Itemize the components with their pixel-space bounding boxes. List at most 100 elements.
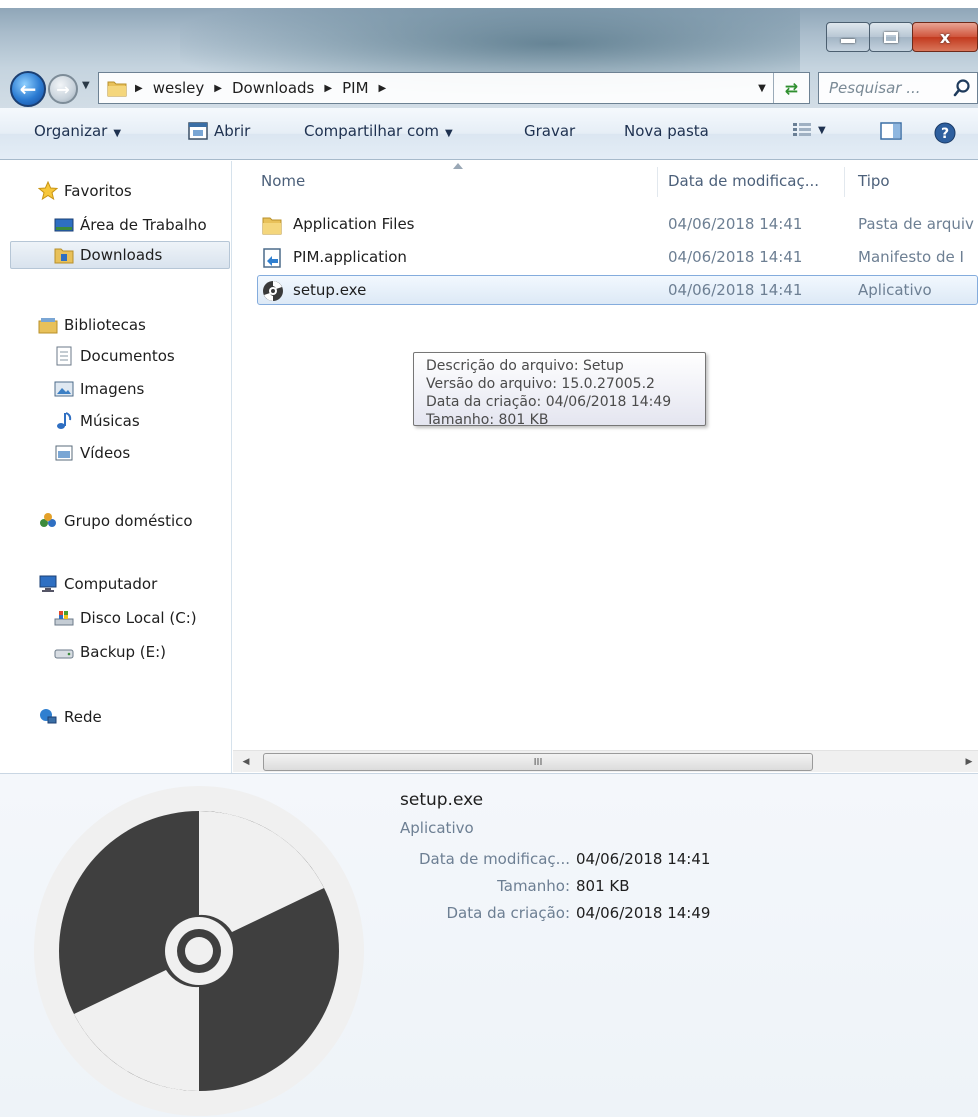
details-modified-label: Data de modificaç... <box>418 850 570 868</box>
share-button[interactable]: Compartilhar com ▼ <box>304 122 453 140</box>
sidebar-item-computer[interactable]: Computador <box>38 570 157 598</box>
sidebar-item-music[interactable]: Músicas <box>54 407 140 435</box>
back-arrow-icon: ← <box>19 77 37 101</box>
file-row-setup-exe[interactable]: setup.exe 04/06/2018 14:41 Aplicativo <box>257 275 978 305</box>
sidebar-item-videos[interactable]: Vídeos <box>54 439 130 467</box>
column-divider[interactable] <box>657 167 658 197</box>
forward-button[interactable]: → <box>48 74 78 104</box>
sidebar-item-documents[interactable]: Documentos <box>54 342 175 370</box>
sidebar-item-label: Grupo doméstico <box>64 512 193 530</box>
scroll-right-icon[interactable]: ▶ <box>960 753 978 771</box>
breadcrumb-wesley[interactable]: wesley <box>153 79 205 97</box>
document-icon <box>56 346 72 366</box>
music-note-icon <box>57 412 72 429</box>
hard-drive-icon <box>54 649 74 659</box>
file-info-tooltip: Descrição do arquivo: Setup Versão do ar… <box>413 352 706 428</box>
sidebar-item-downloads[interactable]: Downloads <box>10 241 230 269</box>
details-created-row: Data da criação: 04/06/2018 14:49 <box>400 904 710 922</box>
address-bar[interactable]: ▶ wesley ▶ Downloads ▶ PIM ▶ ▼ ⇄ <box>98 72 810 104</box>
help-button[interactable]: ? <box>934 122 956 148</box>
sidebar-item-label: Vídeos <box>80 444 131 462</box>
sidebar-item-homegroup[interactable]: Grupo doméstico <box>38 507 193 535</box>
burn-button[interactable]: Gravar <box>524 122 575 140</box>
downloads-folder-icon <box>54 248 74 264</box>
scrollbar-grip-icon: III <box>533 756 543 768</box>
libraries-icon <box>38 318 58 334</box>
open-window-icon <box>188 122 208 140</box>
sidebar-item-network[interactable]: Rede <box>38 703 102 731</box>
column-header-type[interactable]: Tipo <box>858 161 890 201</box>
sidebar-item-label: Rede <box>64 708 102 726</box>
horizontal-scrollbar[interactable]: ◀ III ▶ <box>233 750 978 772</box>
recent-pages-dropdown[interactable]: ▼ <box>82 80 94 96</box>
application-manifest-icon <box>263 248 281 268</box>
file-date: 04/06/2018 14:41 <box>668 281 803 299</box>
column-header-name[interactable]: Nome <box>261 161 305 201</box>
sidebar-item-favorites[interactable]: Favoritos <box>38 177 132 205</box>
organize-button[interactable]: Organizar ▼ <box>34 122 121 140</box>
address-history-dropdown[interactable]: ▼ <box>751 83 773 94</box>
search-icon[interactable] <box>953 78 971 98</box>
maximize-button[interactable] <box>869 22 913 52</box>
details-modified-value[interactable]: 04/06/2018 14:41 <box>576 850 710 868</box>
sidebar-item-libraries[interactable]: Bibliotecas <box>38 311 146 339</box>
refresh-button[interactable]: ⇄ <box>773 73 809 103</box>
breadcrumb-downloads[interactable]: Downloads <box>232 79 314 97</box>
refresh-icon: ⇄ <box>784 78 799 98</box>
file-type: Manifesto de I <box>858 248 964 266</box>
breadcrumb-separator-icon[interactable]: ▶ <box>324 83 332 94</box>
system-drive-icon <box>54 611 74 626</box>
sidebar-item-pictures[interactable]: Imagens <box>54 375 144 403</box>
navigation-pane: Favoritos Área de Trabalho Downloads Bib… <box>0 161 232 773</box>
window-titlebar: x ← → ▼ ▶ wesley ▶ Downloads ▶ PIM ▶ ▼ ⇄… <box>0 0 978 108</box>
setup-disc-large-icon <box>34 786 364 1116</box>
open-button[interactable]: Abrir <box>188 122 250 140</box>
minimize-button[interactable] <box>826 22 870 52</box>
file-row-pim-application[interactable]: PIM.application 04/06/2018 14:41 Manifes… <box>257 243 978 273</box>
column-divider[interactable] <box>844 167 845 197</box>
sidebar-item-label: Músicas <box>80 412 140 430</box>
sidebar-item-disk-c[interactable]: Disco Local (C:) <box>54 604 197 632</box>
preview-pane-button[interactable] <box>880 122 902 144</box>
column-header-date[interactable]: Data de modificaç... <box>668 161 819 201</box>
scroll-left-icon[interactable]: ◀ <box>237 753 255 771</box>
new-folder-button[interactable]: Nova pasta <box>624 122 709 140</box>
navigation-row: ← → ▼ ▶ wesley ▶ Downloads ▶ PIM ▶ ▼ ⇄ P… <box>0 70 978 110</box>
details-size-value[interactable]: 801 KB <box>576 877 630 895</box>
folder-icon <box>107 81 127 97</box>
folder-icon <box>262 217 282 235</box>
tooltip-version: Versão do arquivo: 15.0.27005.2 <box>426 376 655 392</box>
view-options-button[interactable]: ▼ <box>792 122 826 138</box>
chevron-down-icon: ▼ <box>445 128 453 139</box>
sidebar-item-desktop[interactable]: Área de Trabalho <box>54 211 207 239</box>
file-name: Application Files <box>293 215 415 233</box>
scrollbar-thumb[interactable]: III <box>263 753 813 771</box>
details-file-type: Aplicativo <box>400 819 474 837</box>
close-button[interactable]: x <box>912 22 978 52</box>
column-type-label: Tipo <box>858 172 890 190</box>
organize-label: Organizar <box>34 122 108 140</box>
svg-text:?: ? <box>941 126 949 142</box>
share-label: Compartilhar com <box>304 122 440 140</box>
breadcrumb-pim[interactable]: PIM <box>342 79 368 97</box>
back-button[interactable]: ← <box>10 71 46 107</box>
sort-ascending-icon <box>453 163 463 169</box>
window-controls: x <box>826 22 978 54</box>
search-input[interactable]: Pesquisar ... <box>818 72 978 104</box>
breadcrumb-separator-icon[interactable]: ▶ <box>135 83 143 94</box>
address-actions: ▼ ⇄ <box>751 73 809 103</box>
breadcrumb-separator-icon[interactable]: ▶ <box>379 83 387 94</box>
sidebar-item-label: Bibliotecas <box>64 316 146 334</box>
tooltip-created: Data da criação: 04/06/2018 14:49 <box>426 394 672 410</box>
details-created-value[interactable]: 04/06/2018 14:49 <box>576 904 710 922</box>
open-label: Abrir <box>214 122 251 140</box>
details-size-label: Tamanho: <box>497 877 570 895</box>
file-date: 04/06/2018 14:41 <box>668 215 803 233</box>
tooltip-size: Tamanho: 801 KB <box>426 412 549 428</box>
sidebar-item-label: Backup (E:) <box>80 643 166 661</box>
sidebar-item-label: Área de Trabalho <box>80 216 207 234</box>
file-row-application-files[interactable]: Application Files 04/06/2018 14:41 Pasta… <box>257 210 978 240</box>
sidebar-item-backup-e[interactable]: Backup (E:) <box>54 638 166 666</box>
breadcrumb-separator-icon[interactable]: ▶ <box>214 83 222 94</box>
file-list: Nome Data de modificaç... Tipo Applicati… <box>233 161 978 773</box>
